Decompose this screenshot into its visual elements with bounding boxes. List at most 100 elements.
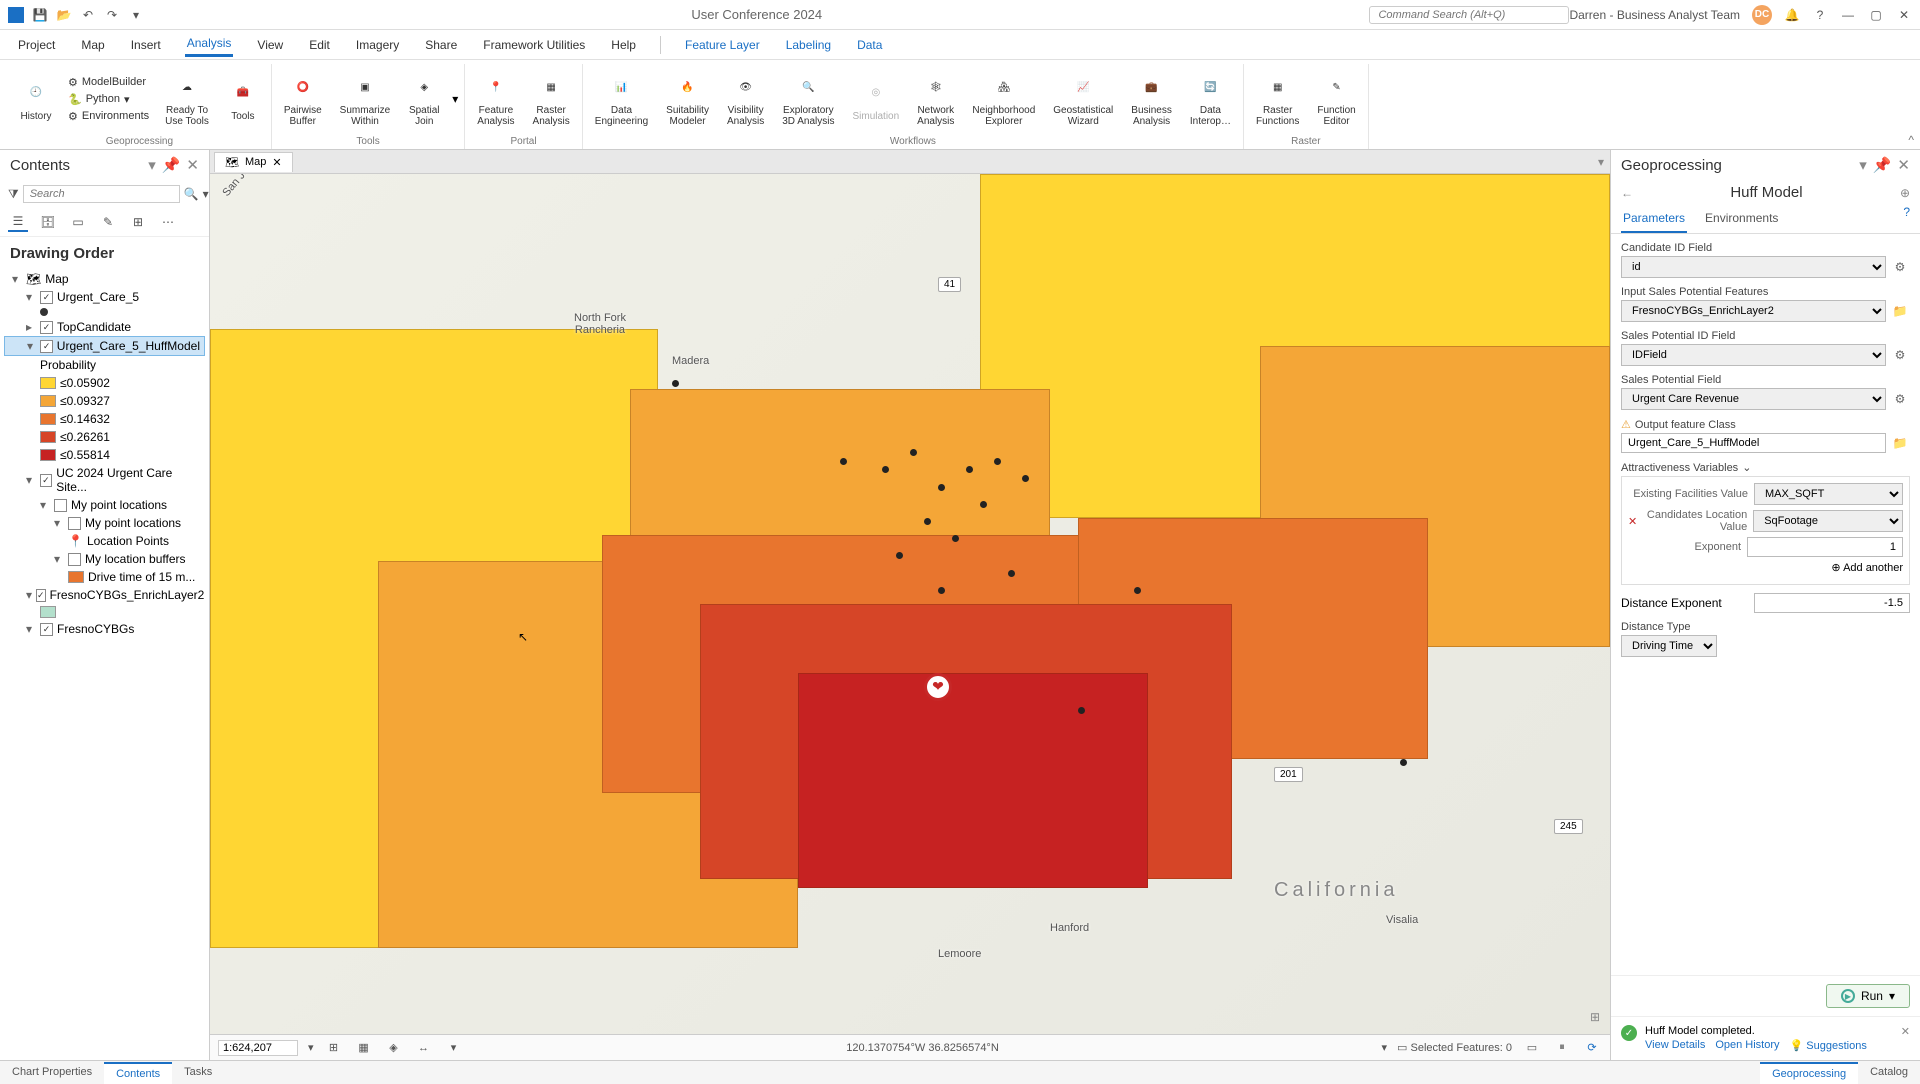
layer-my-point-locations[interactable]: ▾My point locations xyxy=(4,496,205,514)
panel-pin-icon[interactable]: 📌 xyxy=(162,156,181,174)
gear-icon[interactable]: ⚙ xyxy=(1890,345,1910,365)
gp-options-icon[interactable]: ▾ xyxy=(1859,156,1867,174)
dynamic-constraints-icon[interactable]: ◈ xyxy=(384,1038,404,1058)
user-avatar[interactable]: DC xyxy=(1752,5,1772,25)
list-more-icon[interactable]: ⋯ xyxy=(158,212,178,232)
search-icon[interactable]: 🔍 xyxy=(184,184,199,204)
visibility-analysis-button[interactable]: 👁Visibility Analysis xyxy=(721,69,770,129)
python-button[interactable]: 🐍 Python ▾ xyxy=(64,92,153,107)
ready-to-use-button[interactable]: ☁Ready To Use Tools xyxy=(159,69,215,129)
tools-gallery-more[interactable]: ▾ xyxy=(452,92,458,106)
menu-share[interactable]: Share xyxy=(423,34,459,56)
bottom-tab-geoprocessing[interactable]: Geoprocessing xyxy=(1760,1062,1858,1084)
filter-icon[interactable]: ⧩ xyxy=(8,184,19,204)
map-node[interactable]: ▾🗺 Map xyxy=(4,270,205,288)
grid-icon[interactable]: ▦ xyxy=(354,1038,374,1058)
remove-row-icon[interactable]: ✕ xyxy=(1628,515,1637,528)
list-editing-icon[interactable]: ✎ xyxy=(98,212,118,232)
gp-tab-environments[interactable]: Environments xyxy=(1703,205,1780,233)
existing-facilities-field[interactable]: MAX_SQFT xyxy=(1754,483,1903,505)
simulation-button[interactable]: ◎Simulation xyxy=(846,75,905,124)
class-5[interactable]: ≤0.55814 xyxy=(4,446,205,464)
selection-options-icon[interactable]: ▭ xyxy=(1522,1038,1542,1058)
class-4[interactable]: ≤0.26261 xyxy=(4,428,205,446)
drive-time-symbol[interactable]: Drive time of 15 m... xyxy=(4,568,205,586)
menu-labeling[interactable]: Labeling xyxy=(784,34,833,56)
notifications-icon[interactable]: 🔔 xyxy=(1784,7,1800,23)
redo-icon[interactable]: ↷ xyxy=(104,7,120,23)
undo-icon[interactable]: ↶ xyxy=(80,7,96,23)
map-tab[interactable]: 🗺 Map ✕ xyxy=(214,152,293,172)
command-search[interactable] xyxy=(1369,6,1569,24)
close-icon[interactable]: ✕ xyxy=(1896,7,1912,23)
pause-drawing-icon[interactable]: ⏸ xyxy=(1552,1038,1572,1058)
data-engineering-button[interactable]: 📊Data Engineering xyxy=(589,69,654,129)
maximize-icon[interactable]: ▢ xyxy=(1868,7,1884,23)
dismiss-message-icon[interactable]: ✕ xyxy=(1901,1025,1910,1038)
candidates-location-field[interactable]: SqFootage xyxy=(1753,510,1903,532)
qat-more-icon[interactable]: ▾ xyxy=(128,7,144,23)
menu-view[interactable]: View xyxy=(255,34,285,56)
browse-icon[interactable]: 📁 xyxy=(1890,433,1910,453)
map-tab-close-icon[interactable]: ✕ xyxy=(272,156,281,169)
geostatistical-wizard-button[interactable]: 📈Geostatistical Wizard xyxy=(1047,69,1119,129)
menu-insert[interactable]: Insert xyxy=(129,34,163,56)
raster-analysis-button[interactable]: ▦Raster Analysis xyxy=(527,69,576,129)
layer-urgent-care-5[interactable]: ▾Urgent_Care_5 xyxy=(4,288,205,306)
layer-huff-model[interactable]: ▾Urgent_Care_5_HuffModel xyxy=(4,336,205,356)
menu-help[interactable]: Help xyxy=(609,34,638,56)
menu-imagery[interactable]: Imagery xyxy=(354,34,401,56)
suitability-modeler-button[interactable]: 🔥Suitability Modeler xyxy=(660,69,715,129)
exploratory-3d-button[interactable]: 🔍Exploratory 3D Analysis xyxy=(776,69,840,129)
contents-search[interactable] xyxy=(23,185,180,203)
summarize-within-button[interactable]: ▣Summarize Within xyxy=(334,69,397,129)
run-button[interactable]: ▶ Run ▾ xyxy=(1826,984,1910,1008)
list-drawing-order-icon[interactable]: ☰ xyxy=(8,212,28,232)
sales-id-field[interactable]: IDField xyxy=(1621,344,1886,366)
list-selection-icon[interactable]: ▭ xyxy=(68,212,88,232)
list-source-icon[interactable]: 🗄 xyxy=(38,212,58,232)
health-marker-icon[interactable]: ❤ xyxy=(924,673,952,701)
menu-project[interactable]: Project xyxy=(16,34,57,56)
exponent-field[interactable] xyxy=(1747,537,1903,557)
class-1[interactable]: ≤0.05902 xyxy=(4,374,205,392)
feature-analysis-button[interactable]: 📍Feature Analysis xyxy=(471,69,520,129)
menu-edit[interactable]: Edit xyxy=(307,34,332,56)
open-icon[interactable]: 📂 xyxy=(56,7,72,23)
layer-top-candidate[interactable]: ▸TopCandidate xyxy=(4,318,205,336)
gp-pin-icon[interactable]: 📌 xyxy=(1873,156,1892,174)
attractiveness-label[interactable]: Attractiveness Variables ⌄ xyxy=(1621,461,1910,474)
help-icon[interactable]: ? xyxy=(1812,7,1828,23)
menu-map[interactable]: Map xyxy=(79,34,106,56)
suggestions-link[interactable]: 💡 Suggestions xyxy=(1790,1039,1867,1052)
menu-data[interactable]: Data xyxy=(855,34,884,56)
list-snapping-icon[interactable]: ⊞ xyxy=(128,212,148,232)
map-canvas[interactable]: San Joaquin Valley North Fork Rancheria … xyxy=(210,174,1610,1034)
gp-back-icon[interactable]: ← xyxy=(1621,186,1633,200)
raster-functions-button[interactable]: ▦Raster Functions xyxy=(1250,69,1305,129)
snapping-icon[interactable]: ⊞ xyxy=(324,1038,344,1058)
environments-button[interactable]: ⚙ Environments xyxy=(64,109,153,124)
save-icon[interactable]: 💾 xyxy=(32,7,48,23)
output-field[interactable] xyxy=(1621,433,1886,453)
panel-close-icon[interactable]: ✕ xyxy=(186,156,199,174)
distance-exponent-field[interactable] xyxy=(1754,593,1910,613)
menu-feature-layer[interactable]: Feature Layer xyxy=(683,34,762,56)
menu-framework-utilities[interactable]: Framework Utilities xyxy=(481,34,587,56)
enrich-symbol[interactable] xyxy=(4,604,205,620)
location-points-symbol[interactable]: 📍 Location Points xyxy=(4,532,205,550)
layer-my-buffers[interactable]: ▾My location buffers xyxy=(4,550,205,568)
gp-tab-parameters[interactable]: Parameters xyxy=(1621,205,1687,233)
spatial-join-button[interactable]: ◈Spatial Join xyxy=(402,69,446,129)
scale-dropdown-icon[interactable]: ▾ xyxy=(308,1041,314,1054)
search-dropdown-icon[interactable]: ▾ xyxy=(203,184,209,204)
panel-options-icon[interactable]: ▾ xyxy=(148,156,156,174)
class-3[interactable]: ≤0.14632 xyxy=(4,410,205,428)
layer-enrich[interactable]: ▾FresnoCYBGs_EnrichLayer2 xyxy=(4,586,205,604)
scale-input[interactable] xyxy=(218,1040,298,1056)
sales-features-field[interactable]: FresnoCYBGs_EnrichLayer2 xyxy=(1621,300,1886,322)
ribbon-collapse-icon[interactable]: ^ xyxy=(1908,133,1914,147)
candidate-id-field[interactable]: id xyxy=(1621,256,1886,278)
map-tab-options-icon[interactable]: ▾ xyxy=(1592,155,1610,169)
coords-dropdown-icon[interactable]: ▾ xyxy=(1382,1041,1388,1054)
